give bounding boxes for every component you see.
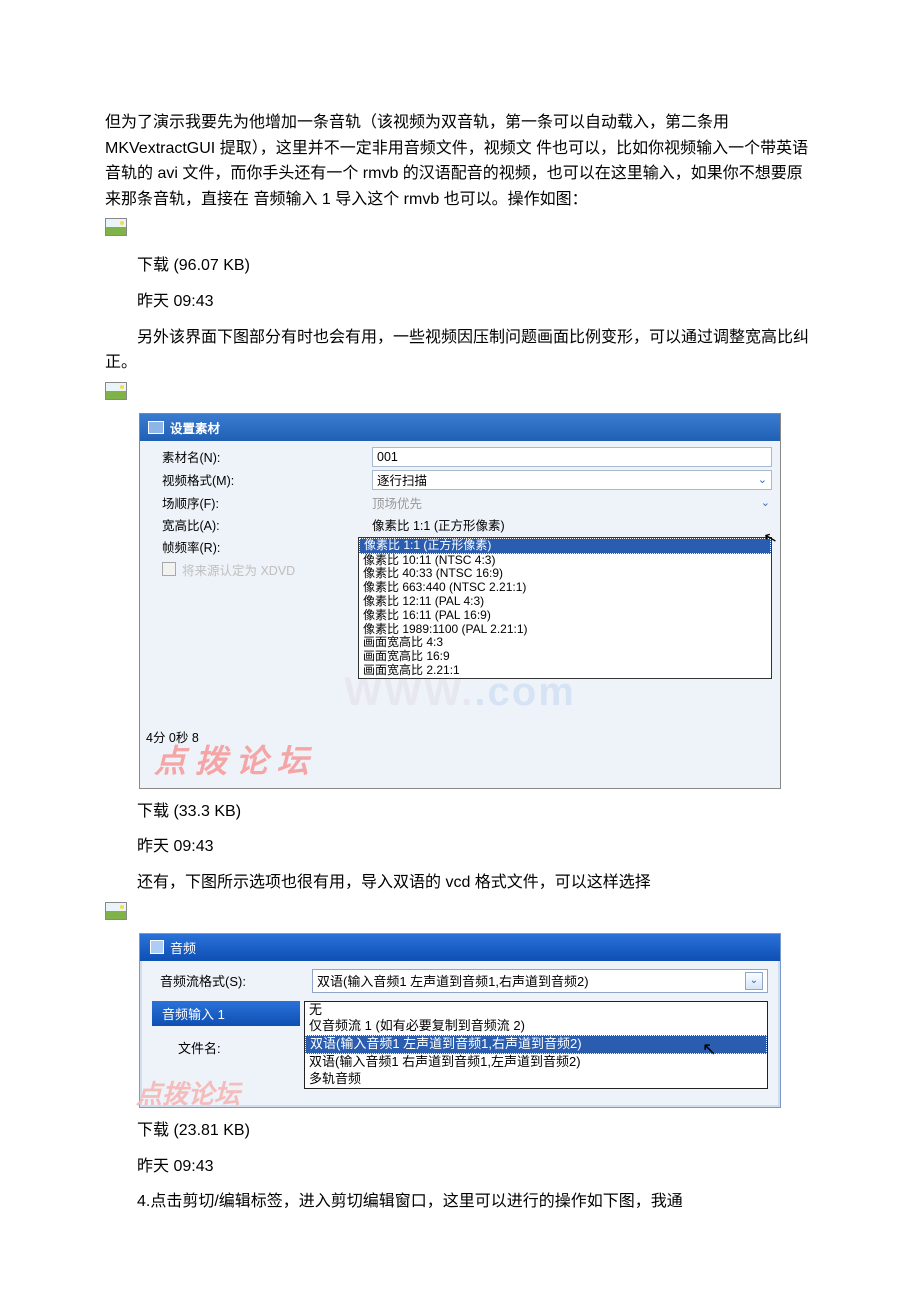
paragraph-4: 4.点击剪切/编辑标签，进入剪切编辑窗口，这里可以进行的操作如下图，我通	[105, 1189, 815, 1215]
input-material-name[interactable]: 001	[372, 447, 772, 467]
watermark-forum: 点 拨 论 坛	[146, 736, 774, 782]
panel-icon	[150, 940, 164, 954]
image-placeholder-icon	[105, 218, 127, 236]
value-video-format: 逐行扫描	[377, 470, 427, 489]
chevron-down-icon: ⌄	[758, 473, 767, 486]
list-item[interactable]: 像素比 40:33 (NTSC 16:9)	[359, 567, 771, 581]
label-material-name: 素材名(N):	[148, 447, 372, 466]
label-aspect-ratio: 宽高比(A):	[148, 515, 372, 534]
list-item[interactable]: 画面宽高比 2.21:1	[359, 664, 771, 678]
timestamp-2: 昨天 09:43	[105, 834, 815, 860]
value-audio-stream: 双语(输入音频1 左声道到音频1,右声道到音频2)	[317, 971, 589, 990]
list-item[interactable]: 像素比 12:11 (PAL 4:3)	[359, 595, 771, 609]
list-item[interactable]: 像素比 10:11 (NTSC 4:3)	[359, 554, 771, 568]
value-field-order: 顶场优先	[372, 493, 422, 512]
screenshot-set-material-dialog: 设置素材 素材名(N): 001 视频格式(M): 逐行扫描 ⌄ 场顺序(F):…	[139, 413, 781, 789]
list-item[interactable]: 画面宽高比 16:9	[359, 650, 771, 664]
list-item[interactable]: 像素比 1:1 (正方形像素)	[359, 538, 771, 554]
cursor-icon: ↖	[702, 1038, 717, 1061]
dialog-title: 设置素材	[170, 418, 220, 437]
dialog-icon	[148, 421, 164, 434]
watermark-forum: 点拨论坛	[136, 1074, 240, 1111]
label-xdvd-checkbox: 将来源认定为 XDVD	[182, 560, 295, 579]
label-field-order: 场顺序(F):	[148, 493, 372, 512]
value-material-name: 001	[377, 450, 398, 464]
paragraph-3: 还有，下图所示选项也很有用，导入双语的 vcd 格式文件，可以这样选择	[105, 870, 815, 896]
label-frame-rate: 帧频率(R):	[148, 537, 372, 556]
timestamp-3: 昨天 09:43	[105, 1154, 815, 1180]
list-item[interactable]: 多轨音频	[305, 1071, 767, 1088]
download-link-3[interactable]: 下载 (23.81 KB)	[105, 1118, 815, 1144]
checkbox-xdvd[interactable]	[162, 562, 176, 576]
label-filename: 文件名:	[152, 1026, 304, 1057]
list-item[interactable]: 双语(输入音频1 左声道到音频1,右声道到音频2)	[305, 1035, 767, 1054]
image-placeholder-icon	[105, 382, 127, 400]
list-item[interactable]: 像素比 663:440 (NTSC 2.21:1)	[359, 581, 771, 595]
panel-title: 音频	[170, 938, 196, 957]
select-video-format[interactable]: 逐行扫描 ⌄	[372, 470, 772, 490]
paragraph-1: 但为了演示我要先为他增加一条音轨（该视频为双音轨，第一条可以自动载入，第二条用 …	[105, 110, 815, 212]
dialog-statusbar: 4分 0秒 8 点 拨 论 坛	[140, 721, 780, 788]
value-aspect-ratio: 像素比 1:1 (正方形像素)	[372, 515, 505, 534]
label-audio-stream-format: 音频流格式(S):	[152, 969, 312, 993]
screenshot-audio-panel: 音频 音频流格式(S): 双语(输入音频1 左声道到音频1,右声道到音频2) ⌄…	[139, 933, 781, 1108]
list-item[interactable]: 无	[305, 1002, 767, 1019]
dropdown-audio-stream-list[interactable]: ↖ 无 仅音频流 1 (如有必要复制到音频流 2) 双语(输入音频1 左声道到音…	[304, 1001, 768, 1089]
select-audio-stream[interactable]: 双语(输入音频1 左声道到音频1,右声道到音频2) ⌄	[312, 969, 768, 993]
chevron-down-icon: ⌄	[761, 496, 770, 509]
label-video-format: 视频格式(M):	[148, 470, 372, 489]
download-link-2[interactable]: 下载 (33.3 KB)	[105, 799, 815, 825]
image-placeholder-icon	[105, 902, 127, 920]
dropdown-aspect-list[interactable]: ↖ 像素比 1:1 (正方形像素) 像素比 10:11 (NTSC 4:3) 像…	[358, 537, 772, 679]
panel-titlebar: 音频	[140, 934, 780, 961]
list-item[interactable]: 仅音频流 1 (如有必要复制到音频流 2)	[305, 1018, 767, 1035]
list-item[interactable]: 双语(输入音频1 右声道到音频1,左声道到音频2)	[305, 1054, 767, 1071]
panel-audio-input-1: 音频输入 1	[152, 1001, 300, 1026]
download-link-1[interactable]: 下载 (96.07 KB)	[105, 253, 815, 279]
timestamp-1: 昨天 09:43	[105, 289, 815, 315]
chevron-down-icon[interactable]: ⌄	[745, 972, 763, 990]
dialog-titlebar: 设置素材	[140, 414, 780, 441]
list-item[interactable]: 像素比 16:11 (PAL 16:9)	[359, 609, 771, 623]
paragraph-2: 另外该界面下图部分有时也会有用，一些视频因压制问题画面比例变形，可以通过调整宽高…	[105, 325, 815, 376]
